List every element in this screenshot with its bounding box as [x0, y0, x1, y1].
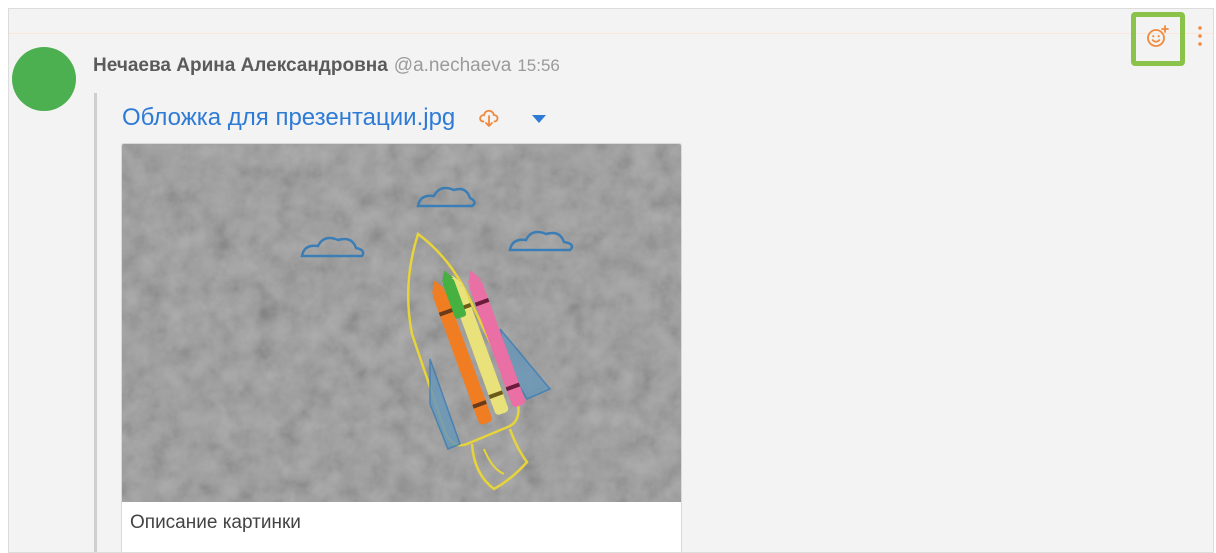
message-header: Нечаева Арина Александровна @a.nechaeva 15… [93, 54, 560, 78]
quote-bar [94, 93, 97, 552]
image-preview-card[interactable]: Описание картинки [121, 143, 682, 552]
add-reaction-icon [1145, 24, 1171, 55]
add-reaction-button[interactable] [1131, 12, 1185, 66]
file-name-link[interactable]: Обложка для презентации.jpg [122, 104, 455, 132]
image-caption: Описание картинки [130, 512, 301, 533]
message-panel: Нечаева Арина Александровна @a.nechaeva 15… [8, 8, 1214, 553]
caret-down-icon[interactable] [531, 112, 547, 124]
cloud-download-icon[interactable] [477, 106, 501, 130]
image-preview[interactable] [122, 144, 681, 502]
author-username[interactable]: @a.nechaeva [394, 55, 512, 76]
author-name[interactable]: Нечаева Арина Александровна [93, 55, 388, 76]
attachment-header: Обложка для презентации.jpg [122, 101, 547, 135]
divider [9, 33, 1213, 34]
more-vertical-icon[interactable] [1195, 23, 1205, 49]
message-time: 15:56 [517, 56, 560, 75]
avatar[interactable] [12, 47, 76, 111]
